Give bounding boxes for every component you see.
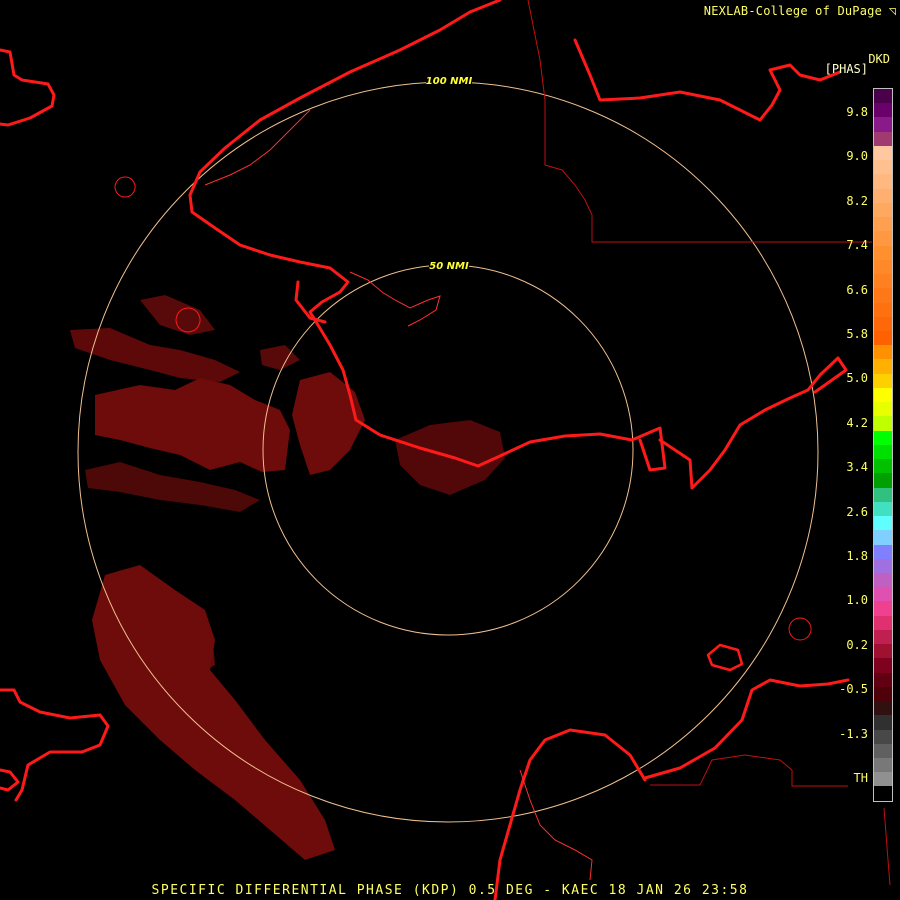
echo-patch-northwest: [70, 328, 240, 382]
echo-swath-southwest: [92, 565, 335, 860]
color-scale-segment: [874, 459, 892, 474]
product-title-footer: SPECIFIC DIFFERENTIAL PHASE (KDP) 0.5 DE…: [151, 883, 749, 898]
color-scale-segment: [874, 473, 892, 488]
boundary-southeast: [650, 754, 848, 787]
boundary-east-edge: [883, 807, 891, 886]
echo-scatter-west: [85, 462, 260, 512]
color-scale-segment: [874, 316, 892, 331]
color-scale-tick-label: 1.8: [846, 549, 868, 563]
color-scale-segment: [874, 402, 892, 417]
coast-detail-bay: [349, 271, 441, 327]
color-scale-segment: [874, 672, 892, 687]
echo-speck-central-north: [260, 345, 300, 370]
color-scale-segment: [874, 345, 892, 360]
color-scale-segment: [874, 516, 892, 531]
color-scale-segment: [874, 274, 892, 289]
color-scale-tick-label: 4.2: [846, 415, 868, 430]
coast-west-top: [0, 48, 56, 127]
color-scale-tick-label: 1.0: [846, 593, 868, 608]
color-scale-segment: [874, 729, 892, 744]
color-scale-segment: [874, 160, 892, 175]
color-scale-segment: [874, 217, 892, 232]
color-scale-tick-label: 2.6: [846, 504, 868, 519]
color-scale-segment: [874, 701, 892, 716]
color-scale-segment: [874, 743, 892, 759]
color-scale-segment: [874, 245, 892, 260]
color-scale-segment: [874, 188, 892, 203]
color-scale-segment: [874, 572, 892, 588]
color-scale-tick-label: 6.6: [846, 282, 868, 297]
color-scale-segment: [874, 715, 892, 730]
echo-band-west: [95, 378, 290, 472]
coast-southeast: [643, 678, 850, 780]
color-scale-segment: [874, 658, 892, 673]
color-scale-segment: [874, 430, 892, 445]
color-scale-tick-label: 9.0: [846, 149, 868, 164]
color-scale-segment: [874, 686, 892, 702]
units-label: [PHAS]: [824, 62, 868, 76]
color-scale-segment: [874, 644, 892, 659]
color-scale-tick-label: TH: [853, 771, 868, 785]
color-scale-segment: [874, 487, 892, 502]
color-scale-segment: [874, 544, 892, 559]
color-scale-segment: [874, 288, 892, 303]
color-scale-segment: [874, 103, 892, 118]
range-ring-labels: 100 NMI 50 NMI: [426, 74, 473, 272]
color-scale-segment: [874, 601, 892, 616]
ring-label-50: 50 NMI: [429, 261, 469, 272]
color-scale-segment: [874, 416, 892, 431]
color-scale-tick-label: 5.8: [846, 327, 868, 341]
radar-display: 100 NMI 50 NMI NEXLAB-College of DuPage …: [0, 0, 900, 900]
coast-northeast: [573, 38, 842, 122]
color-scale-segment: [874, 259, 892, 275]
color-scale-segment: [874, 174, 892, 189]
color-scale-tick-label: 7.4: [846, 238, 868, 253]
color-scale-tick-label: 9.8: [846, 105, 868, 119]
color-scale-segment: [874, 387, 892, 403]
coast-detail-south: [519, 769, 593, 881]
coast-east: [630, 356, 848, 490]
color-scale-segment: [874, 501, 892, 517]
color-scale-segment: [874, 117, 892, 132]
color-scale-segment: [874, 530, 892, 545]
coast-small-lake-3: [788, 617, 812, 641]
credit-label: NEXLAB-College of DuPage: [703, 4, 882, 18]
product-code-label: DKD: [868, 52, 890, 66]
boundary-north-central: [527, 0, 872, 243]
color-scale-tick-label: -1.3: [839, 726, 868, 741]
color-scale-bar: [873, 88, 893, 802]
color-scale-tick-label: 8.2: [846, 193, 868, 208]
color-scale-segment: [874, 330, 892, 346]
color-scale-segment: [874, 131, 892, 146]
color-scale-segment: [874, 145, 892, 161]
color-scale-tick-label: 0.2: [846, 637, 868, 652]
color-scale-segment: [874, 231, 892, 246]
color-scale-segment: [874, 615, 892, 630]
coast-small-lake: [114, 176, 136, 198]
color-scale-segment: [874, 444, 892, 460]
color-scale-segment: [874, 629, 892, 645]
echo-layer: [70, 295, 505, 860]
color-scale-segment: [874, 89, 892, 104]
color-scale-tick-label: -0.5: [839, 682, 868, 697]
coast-north: [188, 0, 634, 468]
color-scale-segment: [874, 772, 892, 787]
color-scale-segment: [874, 786, 892, 801]
color-scale-tick-label: 3.4: [846, 460, 868, 475]
echo-band-central: [292, 372, 365, 475]
coast-left-bottom: [0, 768, 20, 792]
credit-corner-icon: ◹: [888, 4, 896, 18]
ring-label-100: 100 NMI: [426, 76, 473, 87]
coastlines: [0, 0, 850, 900]
radar-map: 100 NMI 50 NMI: [0, 0, 891, 900]
color-scale-segment: [874, 587, 892, 602]
color-scale-segment: [874, 202, 892, 218]
color-scale-segment: [874, 758, 892, 773]
color-scale-tick-label: 5.0: [846, 371, 868, 386]
coast-lake-ring: [706, 643, 744, 672]
color-scale-segment: [874, 359, 892, 374]
color-scale-segment: [874, 373, 892, 388]
color-scale-segment: [874, 558, 892, 573]
color-scale-segment: [874, 302, 892, 317]
